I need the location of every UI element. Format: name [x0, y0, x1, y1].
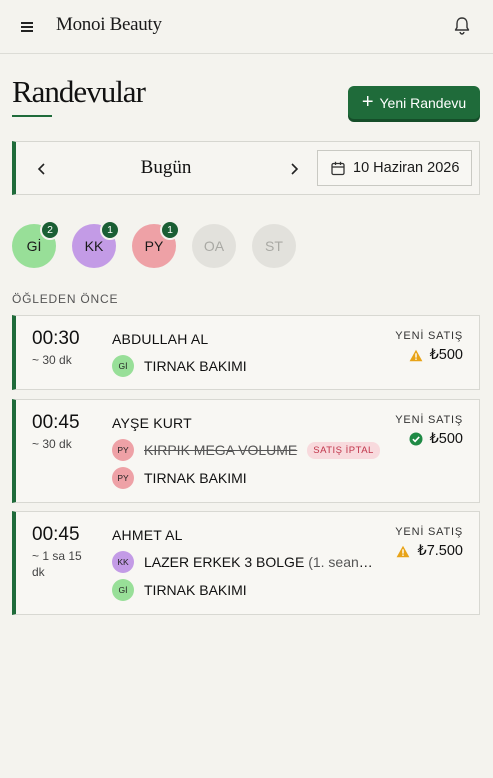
appointment-time: 00:45: [32, 524, 80, 545]
check-circle-icon: [409, 432, 423, 446]
staff-avatar-oa[interactable]: OA: [192, 224, 236, 268]
service-item: Gİ TIRNAK BAKIMI: [112, 579, 247, 601]
staff-avatar-gi[interactable]: Gİ 2: [12, 220, 60, 268]
warning-icon: [409, 349, 422, 361]
appointment-duration: ~ 30 dk: [32, 353, 72, 367]
staff-initials: OA: [203, 238, 225, 254]
service-item: PY TIRNAK BAKIMI: [112, 467, 247, 489]
date-value: 10 Haziran 2026: [353, 160, 460, 176]
sale-cancelled-badge: SATIŞ İPTAL: [307, 441, 380, 459]
date-navigator: Bugün 10 Haziran 2026: [12, 141, 480, 195]
chevron-right-icon: [291, 163, 299, 175]
service-name: KIRPIK MEGA VOLUME: [144, 442, 298, 458]
price: ₺7.500: [417, 543, 463, 559]
service-item: KK LAZER ERKEK 3 BOLGE (1. seans / …: [112, 551, 377, 573]
price-row: ₺7.500: [396, 543, 463, 559]
top-bar: Monoi Beauty: [0, 0, 493, 54]
brand-name: Monoi Beauty: [56, 14, 162, 35]
date-picker[interactable]: 10 Haziran 2026: [317, 150, 472, 186]
appointment-time: 00:30: [32, 328, 80, 349]
service-name: TIRNAK BAKIMI: [144, 358, 247, 374]
title-underline: [12, 115, 52, 117]
new-appointment-label: Yeni Randevu: [379, 94, 467, 111]
service-name: LAZER ERKEK 3 BOLGE: [144, 554, 305, 570]
chevron-left-icon: [37, 163, 45, 175]
staff-initials: KK: [84, 238, 104, 254]
session-info: (1. seans / …: [308, 554, 377, 570]
staff-avatar: Gİ: [112, 355, 134, 377]
sale-status-label: YENİ SATIŞ: [395, 330, 463, 342]
staff-count-badge: 2: [40, 220, 60, 240]
staff-initials: PY: [144, 238, 164, 254]
service-name: TIRNAK BAKIMI: [144, 582, 247, 598]
appointment-duration: ~ 1 sa 15 dk: [32, 549, 82, 579]
appointment-time: 00:45: [32, 412, 80, 433]
appointment-duration: ~ 30 dk: [32, 437, 72, 451]
staff-count-badge: 1: [160, 220, 180, 240]
staff-initials: ST: [265, 238, 283, 254]
hamburger-menu-icon[interactable]: [20, 19, 34, 33]
customer-name: ABDULLAH AL: [112, 331, 209, 347]
staff-avatar: KK: [112, 551, 134, 573]
staff-avatar-py[interactable]: PY 1: [132, 220, 180, 268]
price: ₺500: [429, 347, 463, 363]
next-day-button[interactable]: [284, 159, 304, 179]
today-label: Bugün: [140, 157, 192, 178]
price-row: ₺500: [409, 347, 463, 363]
appointment-card[interactable]: 00:45 ~ 30 dk AYŞE KURT PY KIRPIK MEGA V…: [12, 399, 480, 503]
service-detail: LAZER ERKEK 3 BOLGE (1. seans / …: [144, 554, 377, 570]
staff-initials: Gİ: [26, 238, 42, 254]
customer-name: AYŞE KURT: [112, 415, 192, 431]
service-item-cancelled: PY KIRPIK MEGA VOLUME SATIŞ İPTAL: [112, 439, 380, 461]
warning-icon: [397, 545, 410, 557]
staff-avatar-kk[interactable]: KK 1: [72, 220, 120, 268]
bell-icon[interactable]: [453, 16, 471, 36]
price-row: ₺500: [409, 431, 463, 447]
sale-status-label: YENİ SATIŞ: [395, 414, 463, 426]
section-label: ÖĞLEDEN ÖNCE: [12, 292, 119, 306]
staff-avatar: PY: [112, 439, 134, 461]
staff-avatar: Gİ: [112, 579, 134, 601]
appointment-card[interactable]: 00:45 ~ 1 sa 15 dk AHMET AL KK LAZER ERK…: [12, 511, 480, 615]
new-appointment-button[interactable]: + Yeni Randevu: [348, 86, 480, 119]
staff-count-badge: 1: [100, 220, 120, 240]
sale-status-label: YENİ SATIŞ: [395, 526, 463, 538]
customer-name: AHMET AL: [112, 527, 183, 543]
calendar-icon: [331, 161, 345, 175]
staff-avatar: PY: [112, 467, 134, 489]
previous-day-button[interactable]: [32, 159, 52, 179]
plus-icon: +: [361, 90, 374, 113]
page-title: Randevular: [12, 74, 146, 109]
service-name: TIRNAK BAKIMI: [144, 470, 247, 486]
staff-avatar-st[interactable]: ST: [252, 224, 296, 268]
price: ₺500: [429, 431, 463, 447]
appointment-card[interactable]: 00:30 ~ 30 dk ABDULLAH AL Gİ TIRNAK BAKI…: [12, 315, 480, 390]
service-item: Gİ TIRNAK BAKIMI: [112, 355, 247, 377]
